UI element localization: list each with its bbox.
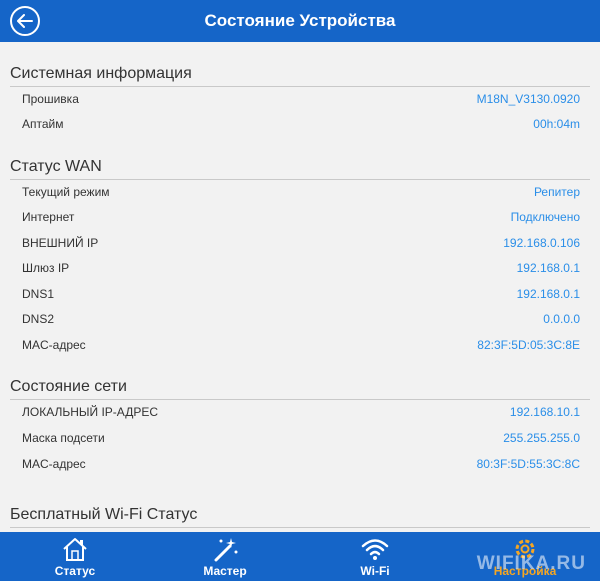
info-row-local-ip: ЛОКАЛЬНЫЙ IP-АДРЕС 192.168.10.1	[0, 401, 600, 426]
row-label: Аптайм	[22, 117, 64, 131]
section-divider	[10, 179, 590, 180]
section-divider	[10, 527, 590, 528]
info-row-lan-mac: MAC-адрес 80:3F:5D:55:3C:8C	[0, 453, 600, 478]
info-row-external-ip: ВНЕШНИЙ IP 192.168.0.106	[0, 232, 600, 257]
info-row-dns1: DNS1 192.168.0.1	[0, 283, 600, 308]
tab-settings[interactable]: Настройка	[450, 532, 600, 581]
row-label: Интернет	[22, 210, 75, 224]
app-header: Состояние Устройства	[0, 0, 600, 42]
info-row-wan-mac: MAC-адрес 82:3F:5D:05:3C:8E	[0, 334, 600, 359]
gear-icon	[515, 539, 535, 559]
page-title: Состояние Устройства	[204, 11, 396, 30]
wifi-icon	[361, 539, 389, 560]
tab-label: Статус	[54, 564, 96, 578]
row-value: 192.168.0.106	[503, 236, 580, 250]
tab-wifi[interactable]: Wi-Fi	[300, 532, 450, 581]
info-row-current-mode: Текущий режим Репитер	[0, 181, 600, 206]
info-row-dns2: DNS2 0.0.0.0	[0, 308, 600, 333]
section-title-free-wifi: Бесплатный Wi-Fi Статус	[10, 506, 198, 523]
section-title-wan-status: Статус WAN	[10, 158, 102, 175]
row-value: 0.0.0.0	[543, 312, 580, 326]
tab-label: Настройка	[493, 564, 557, 578]
tab-wizard[interactable]: Мастер	[150, 532, 300, 581]
section-title-network-state: Состояние сети	[10, 378, 127, 395]
status-content[interactable]: Системная информация Прошивка M18N_V3130…	[0, 42, 600, 532]
bottom-tab-bar: Статус Мастер Wi-Fi Настройка	[0, 532, 600, 581]
magic-wand-icon	[214, 538, 238, 562]
row-value: M18N_V3130.0920	[476, 92, 580, 106]
row-label: Маска подсети	[22, 431, 105, 445]
row-value: 255.255.255.0	[503, 431, 580, 445]
row-label: DNS1	[22, 287, 55, 301]
row-label: MAC-адрес	[22, 457, 86, 471]
tab-status[interactable]: Статус	[0, 532, 150, 581]
info-row-gateway-ip: Шлюз IP 192.168.0.1	[0, 257, 600, 282]
row-value: Подключено	[510, 210, 580, 224]
section-divider	[10, 399, 590, 400]
row-label: ЛОКАЛЬНЫЙ IP-АДРЕС	[22, 405, 159, 419]
row-value: 192.168.10.1	[509, 405, 580, 419]
info-row-internet: Интернет Подключено	[0, 206, 600, 231]
tab-label: Мастер	[203, 564, 247, 578]
row-label: Прошивка	[22, 92, 79, 106]
row-label: Текущий режим	[22, 185, 110, 199]
row-value: 192.168.0.1	[516, 287, 580, 301]
row-label: DNS2	[22, 312, 55, 326]
row-value: Репитер	[533, 185, 580, 199]
row-value: 192.168.0.1	[516, 261, 580, 275]
row-label: Шлюз IP	[22, 261, 70, 275]
row-value: 00h:04m	[533, 117, 580, 131]
row-value: 80:3F:5D:55:3C:8C	[476, 457, 580, 471]
section-title-system-info: Системная информация	[10, 65, 192, 82]
row-label: ВНЕШНИЙ IP	[22, 236, 99, 250]
row-value: 82:3F:5D:05:3C:8E	[477, 338, 580, 352]
home-icon	[63, 538, 87, 561]
info-row-subnet-mask: Маска подсети 255.255.255.0	[0, 427, 600, 452]
row-label: MAC-адрес	[22, 338, 86, 352]
tab-label: Wi-Fi	[360, 564, 390, 578]
section-divider	[10, 86, 590, 87]
info-row-uptime: Аптайм 00h:04m	[0, 113, 600, 138]
info-row-firmware: Прошивка M18N_V3130.0920	[0, 88, 600, 113]
